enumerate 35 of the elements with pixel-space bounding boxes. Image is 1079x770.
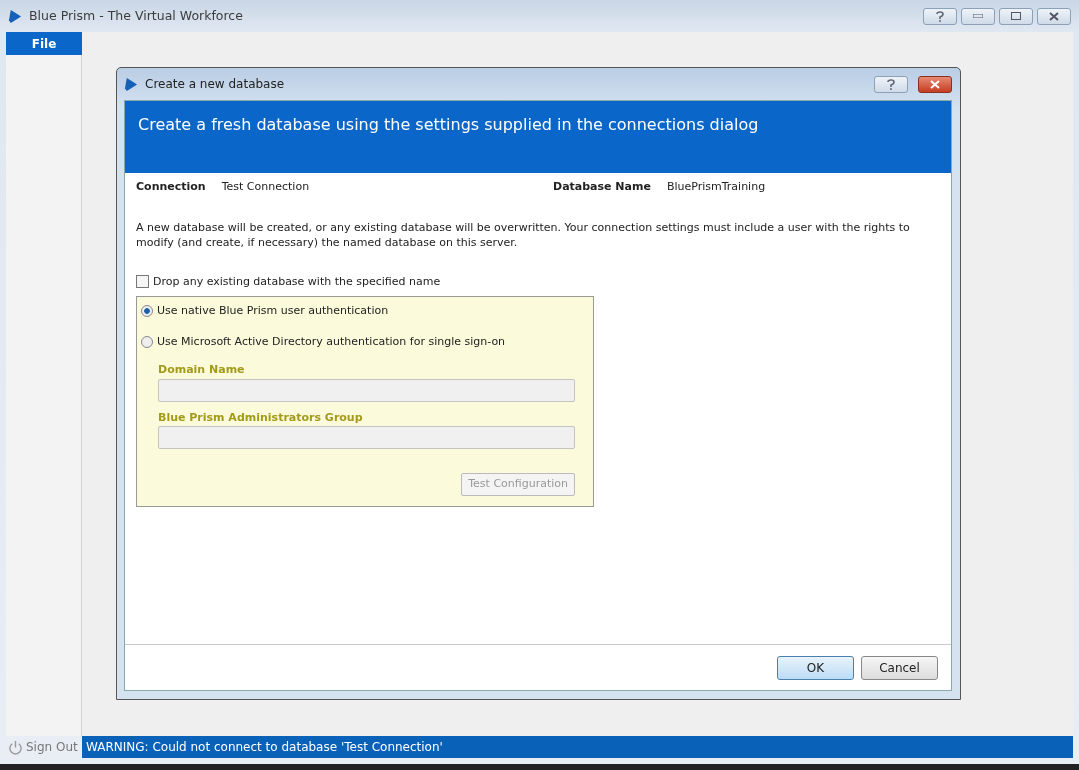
help-icon: [936, 10, 944, 22]
field-label: Connection: [136, 179, 206, 195]
status-bar: WARNING: Could not connect to database 'Test Connection': [82, 736, 1073, 758]
maximize-button[interactable]: [999, 7, 1033, 25]
radio-button[interactable]: [141, 335, 153, 348]
dialog-title: Create a new database: [145, 76, 285, 93]
checkbox[interactable]: [136, 275, 149, 289]
field-label: Domain Name: [158, 362, 246, 378]
dialog-header: Create a fresh database using the settings supplied in the connections dialog: [125, 101, 951, 173]
radio-button[interactable]: [141, 305, 153, 318]
minimize-icon: [973, 14, 983, 18]
dialog-button[interactable]: OK: [777, 655, 854, 680]
field-label: Database Name: [553, 179, 651, 195]
window-title: Blue Prism - The Virtual Workforce: [29, 6, 243, 25]
sign-out-link[interactable]: Sign Out: [26, 738, 78, 756]
power-icon: [8, 739, 23, 755]
description-text: A new database will be created, or any existing database will be overwritten. Your connection settings must include a user with the rights to modify (and create, if necessary) the named database on this server.: [136, 219, 911, 250]
dialog-button[interactable]: Cancel: [861, 655, 938, 680]
close-button[interactable]: [918, 75, 952, 93]
checkbox-option[interactable]: Drop any existing database with the specified name: [136, 273, 940, 290]
logo-icon: [124, 76, 139, 92]
radio-option[interactable]: Use native Blue Prism user authentication: [141, 303, 587, 320]
close-icon: [1049, 11, 1059, 21]
menu-tab[interactable]: File: [6, 32, 82, 55]
help-icon: [887, 78, 895, 90]
field-value: Test Connection: [221, 179, 310, 195]
help-button[interactable]: [923, 7, 957, 25]
field-label: Blue Prism Administrators Group: [158, 409, 364, 426]
maximize-icon: [1011, 12, 1021, 20]
field-value: BluePrismTraining: [666, 179, 766, 195]
logo-icon: [8, 8, 23, 24]
close-button[interactable]: [1037, 7, 1071, 25]
close-icon: [930, 79, 940, 89]
help-button[interactable]: [874, 75, 908, 93]
radio-option[interactable]: Use Microsoft Active Directory authentication for single sign-on: [141, 333, 587, 350]
